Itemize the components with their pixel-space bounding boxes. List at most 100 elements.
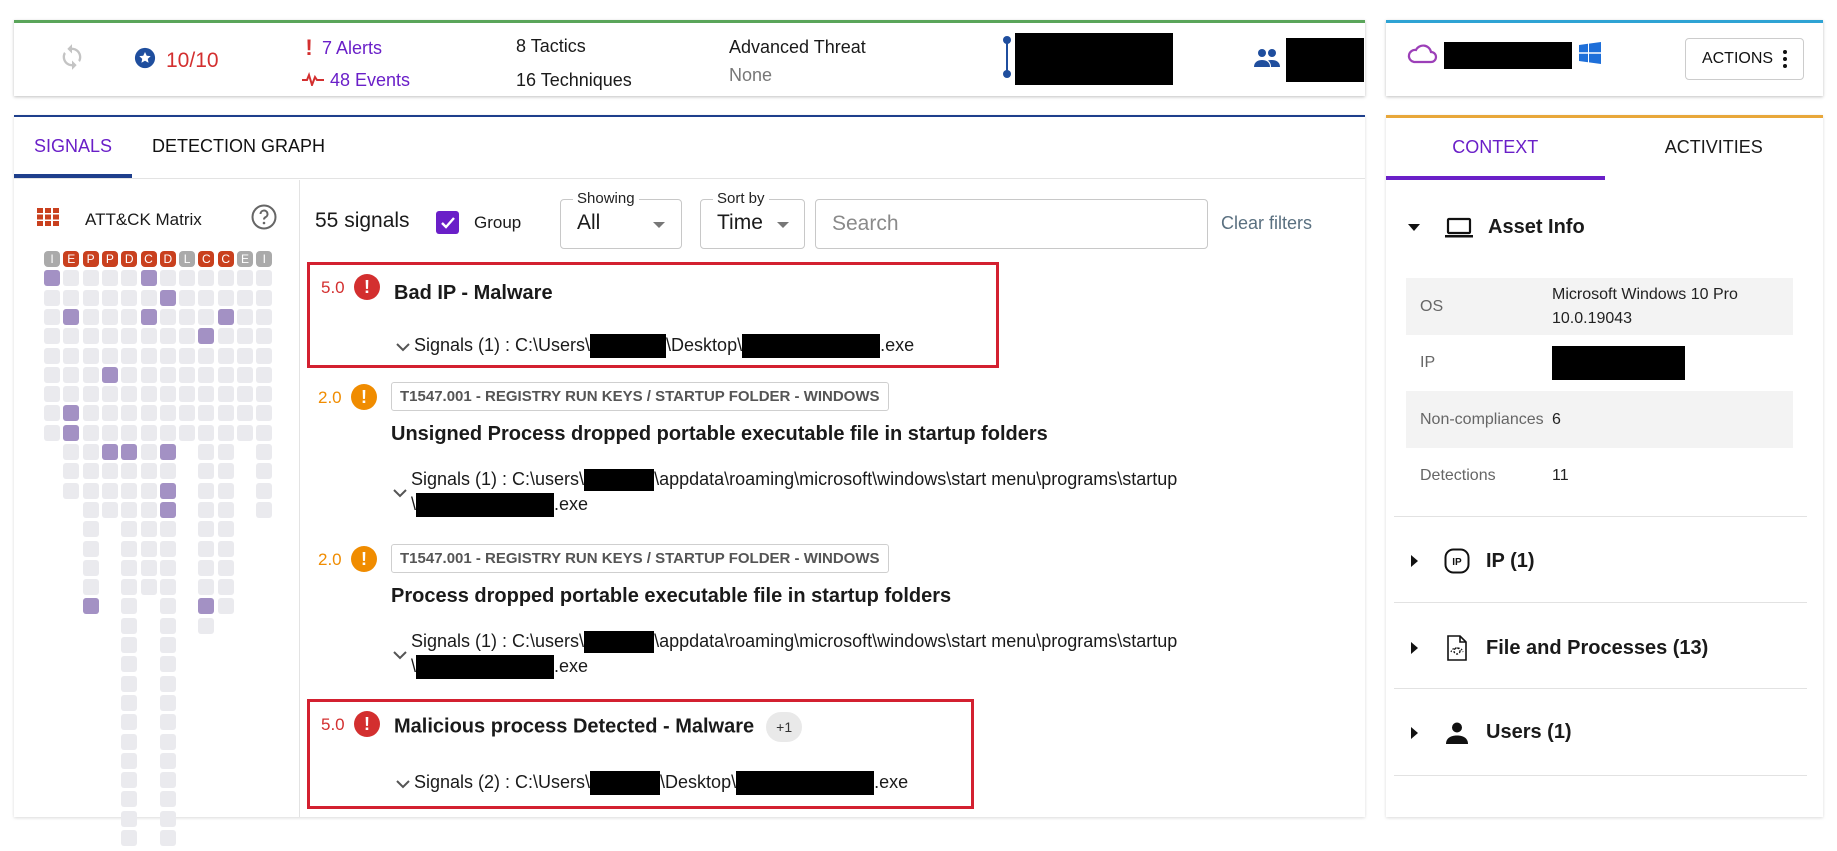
matrix-technique-cell[interactable] xyxy=(121,752,138,769)
matrix-technique-cell[interactable] xyxy=(82,559,99,576)
matrix-technique-cell[interactable] xyxy=(121,733,138,750)
matrix-technique-cell[interactable] xyxy=(121,424,138,441)
matrix-technique-cell[interactable] xyxy=(82,444,99,460)
matrix-technique-cell[interactable] xyxy=(101,270,118,287)
matrix-technique-cell[interactable] xyxy=(256,366,273,383)
matrix-technique-cell[interactable] xyxy=(159,810,176,827)
matrix-technique-cell[interactable] xyxy=(121,772,138,789)
matrix-technique-cell[interactable] xyxy=(237,289,253,306)
matrix-technique-cell[interactable] xyxy=(82,270,99,287)
matrix-technique-cell[interactable] xyxy=(82,308,99,325)
matrix-technique-cell[interactable] xyxy=(121,521,138,538)
matrix-technique-cell[interactable] xyxy=(159,521,176,538)
matrix-technique-cell[interactable] xyxy=(198,405,215,422)
matrix-technique-cell-detected[interactable] xyxy=(101,366,118,383)
matrix-technique-cell[interactable] xyxy=(198,482,215,499)
events-count[interactable]: 48 Events xyxy=(330,64,410,96)
matrix-technique-cell[interactable] xyxy=(121,463,138,480)
matrix-technique-cell[interactable] xyxy=(237,347,253,364)
clear-filters-link[interactable]: Clear filters xyxy=(1221,213,1312,234)
matrix-technique-cell[interactable] xyxy=(179,347,196,364)
matrix-technique-cell[interactable] xyxy=(159,617,176,634)
matrix-technique-cell[interactable] xyxy=(44,386,60,403)
matrix-technique-cell[interactable] xyxy=(179,270,196,287)
matrix-technique-cell[interactable] xyxy=(159,308,176,325)
matrix-technique-cell[interactable] xyxy=(121,714,138,731)
matrix-technique-cell[interactable] xyxy=(121,694,138,711)
matrix-technique-cell[interactable] xyxy=(159,579,176,596)
matrix-technique-cell[interactable] xyxy=(198,579,215,596)
matrix-technique-cell[interactable] xyxy=(121,366,138,383)
chevron-down-icon[interactable] xyxy=(394,341,412,353)
matrix-tactic-header[interactable]: C xyxy=(217,251,234,267)
matrix-tactic-header[interactable]: D xyxy=(121,251,138,267)
matrix-technique-cell[interactable] xyxy=(82,463,99,480)
matrix-technique-cell[interactable] xyxy=(101,501,118,518)
matrix-tactic-header[interactable]: E xyxy=(237,251,253,267)
matrix-technique-cell[interactable] xyxy=(198,540,215,557)
matrix-technique-cell[interactable] xyxy=(198,463,215,480)
matrix-technique-cell[interactable] xyxy=(198,444,215,460)
matrix-technique-cell-detected[interactable] xyxy=(159,444,176,460)
signal-item[interactable]: 5.0 ! Bad IP - Malware Signals (1) : C:\… xyxy=(307,262,999,368)
matrix-technique-cell[interactable] xyxy=(217,270,234,287)
matrix-technique-cell[interactable] xyxy=(237,328,253,345)
matrix-technique-cell[interactable] xyxy=(121,791,138,808)
matrix-technique-cell-detected[interactable] xyxy=(159,501,176,518)
events-link[interactable]: 48 Events xyxy=(302,64,410,96)
matrix-technique-cell[interactable] xyxy=(44,328,60,345)
matrix-technique-cell[interactable] xyxy=(198,308,215,325)
matrix-technique-cell[interactable] xyxy=(159,752,176,769)
matrix-technique-cell[interactable] xyxy=(121,308,138,325)
matrix-technique-cell-detected[interactable] xyxy=(198,598,215,615)
matrix-technique-cell[interactable] xyxy=(140,424,157,441)
matrix-technique-cell[interactable] xyxy=(159,772,176,789)
matrix-technique-cell[interactable] xyxy=(101,308,118,325)
matrix-technique-cell[interactable] xyxy=(44,405,60,422)
actions-button[interactable]: ACTIONS xyxy=(1685,38,1804,80)
matrix-technique-cell[interactable] xyxy=(237,386,253,403)
matrix-technique-cell[interactable] xyxy=(256,482,273,499)
matrix-technique-cell[interactable] xyxy=(159,366,176,383)
matrix-technique-cell[interactable] xyxy=(140,521,157,538)
matrix-technique-cell-detected[interactable] xyxy=(198,328,215,345)
matrix-technique-cell[interactable] xyxy=(121,675,138,692)
matrix-technique-cell[interactable] xyxy=(140,347,157,364)
matrix-technique-cell[interactable] xyxy=(198,270,215,287)
technique-tag[interactable]: T1547.001 - REGISTRY RUN KEYS / STARTUP … xyxy=(391,544,889,573)
matrix-technique-cell[interactable] xyxy=(217,501,234,518)
matrix-technique-cell-detected[interactable] xyxy=(140,308,157,325)
showing-select[interactable]: Showing All xyxy=(560,190,682,249)
matrix-technique-cell[interactable] xyxy=(82,521,99,538)
matrix-technique-cell[interactable] xyxy=(237,270,253,287)
matrix-technique-cell[interactable] xyxy=(179,424,196,441)
matrix-technique-cell[interactable] xyxy=(82,405,99,422)
matrix-technique-cell[interactable] xyxy=(140,482,157,499)
matrix-technique-cell[interactable] xyxy=(140,328,157,345)
matrix-technique-cell[interactable] xyxy=(159,598,176,615)
help-icon[interactable] xyxy=(251,204,277,235)
matrix-technique-cell[interactable] xyxy=(256,270,273,287)
matrix-technique-cell[interactable] xyxy=(140,559,157,576)
matrix-technique-cell[interactable] xyxy=(140,386,157,403)
matrix-technique-cell-detected[interactable] xyxy=(217,308,234,325)
matrix-technique-cell[interactable] xyxy=(63,328,80,345)
matrix-technique-cell-detected[interactable] xyxy=(63,424,80,441)
matrix-technique-cell[interactable] xyxy=(256,386,273,403)
asset-info-section-toggle[interactable]: Asset Info xyxy=(1408,216,1585,239)
chevron-down-icon[interactable] xyxy=(394,778,412,790)
matrix-technique-cell[interactable] xyxy=(140,405,157,422)
matrix-technique-cell[interactable] xyxy=(121,579,138,596)
matrix-technique-cell[interactable] xyxy=(179,386,196,403)
tab-detection-graph[interactable]: DETECTION GRAPH xyxy=(132,117,345,178)
matrix-technique-cell[interactable] xyxy=(121,810,138,827)
matrix-technique-cell[interactable] xyxy=(198,424,215,441)
matrix-technique-cell[interactable] xyxy=(121,617,138,634)
matrix-technique-cell[interactable] xyxy=(179,289,196,306)
matrix-technique-cell[interactable] xyxy=(159,270,176,287)
matrix-technique-cell[interactable] xyxy=(198,521,215,538)
matrix-technique-cell-detected[interactable] xyxy=(121,444,138,460)
matrix-technique-cell[interactable] xyxy=(159,405,176,422)
users-link[interactable] xyxy=(1254,38,1364,82)
matrix-technique-cell[interactable] xyxy=(101,424,118,441)
